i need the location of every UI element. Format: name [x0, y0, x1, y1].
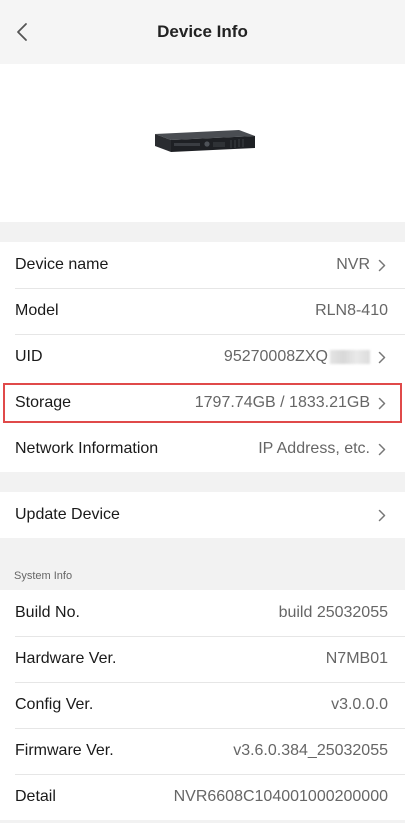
chevron-right-icon [378, 396, 388, 410]
row-config-ver: Config Ver. v3.0.0.0 [0, 682, 405, 728]
redacted-blur [330, 349, 370, 364]
row-value: v3.0.0.0 [331, 696, 388, 713]
system-info-group: Build No. build 25032055 Hardware Ver. N… [0, 590, 405, 820]
row-value: N7MB01 [325, 650, 388, 667]
chevron-right-icon [378, 442, 388, 456]
row-uid[interactable]: UID 95270008ZXQ [0, 334, 405, 380]
row-label: Build No. [15, 604, 80, 621]
chevron-right-icon [378, 508, 388, 522]
chevron-right-icon [378, 350, 388, 364]
row-value: NVR [336, 256, 370, 273]
row-firmware-ver: Firmware Ver. v3.6.0.384_25032055 [0, 728, 405, 774]
page-title: Device Info [157, 22, 248, 41]
row-label: Hardware Ver. [15, 650, 117, 667]
row-model: Model RLN8-410 [0, 288, 405, 334]
row-label: Firmware Ver. [15, 742, 114, 759]
row-label: Config Ver. [15, 696, 94, 713]
row-value: 1797.74GB / 1833.21GB [194, 394, 370, 411]
section-title-system-info: System Info [14, 570, 73, 582]
row-label: Update Device [15, 506, 120, 523]
row-hardware-ver: Hardware Ver. N7MB01 [0, 636, 405, 682]
row-detail: Detail NVR6608C104001000200000 [0, 774, 405, 820]
row-value: IP Address, etc. [258, 440, 370, 457]
update-group: Update Device [0, 492, 405, 538]
row-value: v3.6.0.384_25032055 [233, 742, 388, 759]
row-label: Storage [15, 394, 72, 411]
row-label: Device name [15, 256, 109, 273]
row-value: RLN8-410 [315, 302, 388, 319]
row-value: NVR6608C104001000200000 [173, 788, 388, 805]
chevron-right-icon [378, 258, 388, 272]
row-storage[interactable]: Storage 1797.74GB / 1833.21GB [0, 380, 405, 426]
row-label: Network Information [15, 440, 159, 457]
nav-header: Device Info [0, 0, 405, 64]
device-info-group: Device name NVR Model RLN8-410 UID 95270… [0, 242, 405, 472]
device-image-panel [0, 64, 405, 222]
row-label: Model [15, 302, 59, 319]
chevron-left-icon [17, 23, 27, 41]
nvr-device-image [154, 130, 255, 152]
row-device-name[interactable]: Device name NVR [0, 242, 405, 288]
row-label: UID [15, 348, 43, 365]
back-button[interactable] [12, 20, 32, 44]
row-update-device[interactable]: Update Device [0, 492, 405, 538]
row-value: build 25032055 [278, 604, 388, 621]
row-network-information[interactable]: Network Information IP Address, etc. [0, 426, 405, 472]
row-label: Detail [15, 788, 56, 805]
row-build-no: Build No. build 25032055 [0, 590, 405, 636]
row-value: 95270008ZXQ [224, 348, 370, 366]
